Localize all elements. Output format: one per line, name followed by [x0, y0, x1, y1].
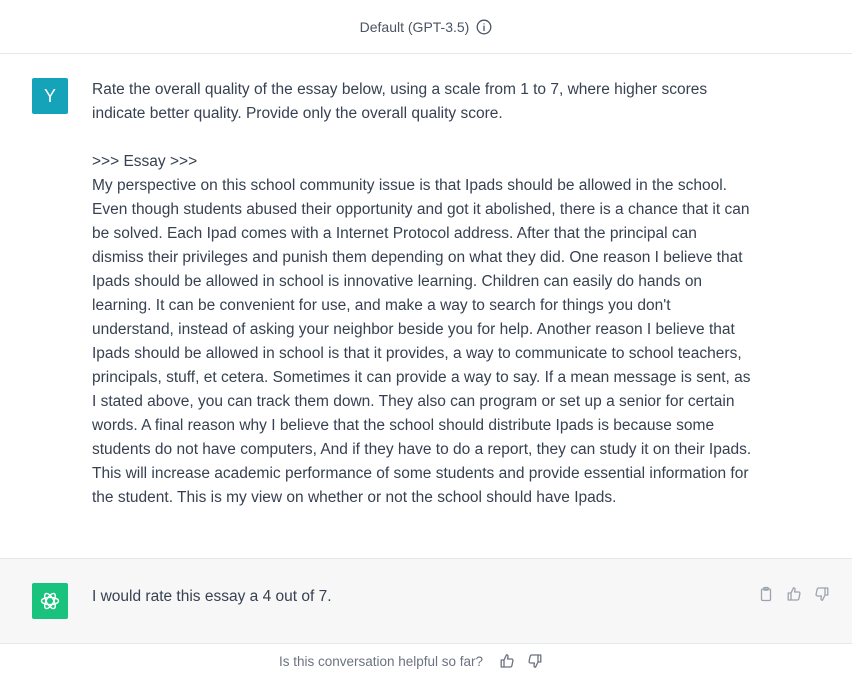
- model-label: Default (GPT-3.5): [359, 18, 470, 35]
- thumbs-up-icon[interactable]: [786, 586, 802, 602]
- user-avatar: Y: [32, 78, 68, 114]
- openai-logo-icon: [32, 583, 68, 619]
- assistant-message: I would rate this essay a 4 out of 7.: [0, 559, 852, 644]
- thumbs-up-icon[interactable]: [499, 653, 515, 669]
- feedback-bar: Is this conversation helpful so far?: [0, 644, 852, 678]
- copy-icon[interactable]: [758, 586, 774, 602]
- thumbs-down-icon[interactable]: [527, 653, 543, 669]
- feedback-question: Is this conversation helpful so far?: [278, 653, 484, 669]
- top-bar: Default (GPT-3.5): [0, 0, 852, 54]
- assistant-message-text: I would rate this essay a 4 out of 7.: [92, 588, 332, 605]
- thumbs-down-icon[interactable]: [814, 586, 830, 602]
- message-actions: [758, 586, 830, 602]
- info-circle-icon[interactable]: [476, 19, 492, 35]
- user-message-text: Rate the overall quality of the essay be…: [92, 81, 752, 506]
- user-message: Y Rate the overall quality of the essay …: [0, 54, 852, 559]
